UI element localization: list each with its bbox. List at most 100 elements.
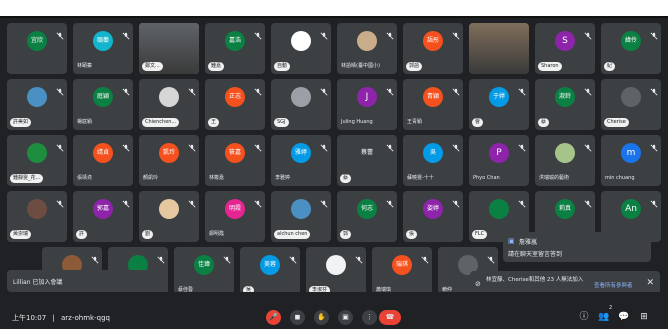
participant-name: 郭 xyxy=(340,230,352,239)
participant-tile[interactable]: 郭嘉許 xyxy=(73,191,133,242)
participant-tile[interactable]: 凱玲 顏凱玲 xyxy=(139,135,199,186)
mic-muted-icon xyxy=(157,249,165,264)
more-button[interactable]: ⋮ xyxy=(362,310,377,325)
mic-muted-icon xyxy=(91,249,99,264)
participant-name: 楊庭穎 xyxy=(77,119,93,125)
meeting-code[interactable]: arz-ohmk-qgq xyxy=(61,314,110,322)
participant-tile[interactable]: 筱嘉 林筱嘉 xyxy=(205,135,265,186)
chat-icon: ▣ xyxy=(508,237,515,245)
participant-tile[interactable]: 鄭文... xyxy=(139,23,199,74)
participant-tile[interactable]: 自動 xyxy=(271,23,331,74)
mic-muted-icon xyxy=(320,81,328,96)
info-icon[interactable]: ⓘ xyxy=(578,311,590,323)
participant-avatar: 吳 xyxy=(423,143,443,163)
participant-tile[interactable]: 雅婷 李雅婷 xyxy=(271,135,331,186)
participant-tile[interactable]: 語彤 郭語 xyxy=(403,23,463,74)
participant-tile[interactable] xyxy=(469,23,529,74)
participant-name: Sharon xyxy=(538,62,562,71)
participant-tile[interactable]: 美蓉吳 xyxy=(240,247,300,298)
participant-tile[interactable]: 緯伶紀 xyxy=(601,23,661,74)
participant-name: 蘇曉雯-十十 xyxy=(407,175,434,181)
cam-button[interactable]: ◼ xyxy=(290,310,305,325)
participant-tile[interactable]: 姿婷張 xyxy=(403,191,463,242)
participant-name: 洪瑞瑜的藝術 xyxy=(539,175,570,181)
join-toast-left-text: Lillian 已加入會議 xyxy=(13,279,63,286)
participant-tile[interactable]: 青穎 王青穎 xyxy=(403,79,463,130)
participant-tile[interactable]: 佳瑋 蔡佳蓉 xyxy=(174,247,234,298)
participant-photo xyxy=(621,87,641,107)
participant-tile[interactable]: 何志郭 xyxy=(337,191,397,242)
participant-photo xyxy=(27,87,47,107)
participant-tile[interactable]: 明霞 鄭明霞 xyxy=(205,191,265,242)
participant-tile[interactable]: P Phyo Chan xyxy=(469,135,529,186)
participant-tile[interactable]: 劉 xyxy=(139,191,199,242)
participant-avatar: 雅婷 xyxy=(291,143,311,163)
participant-tile[interactable]: SGJ xyxy=(271,79,331,130)
participant-tile[interactable]: m min chuang xyxy=(601,135,661,186)
participant-tile[interactable]: 瑞琪 蕭瑞琪 xyxy=(372,247,432,298)
participant-avatar: 佳瑋 xyxy=(194,255,214,275)
mic-muted-icon xyxy=(386,193,394,208)
participant-tile[interactable]: S Sharon xyxy=(535,23,595,74)
participant-name: alchun chen xyxy=(274,230,311,239)
participant-tile[interactable]: 鍾靜雯_花... xyxy=(7,135,67,186)
participant-tile[interactable]: 淑鈴蔡 xyxy=(535,79,595,130)
activities-icon[interactable]: ⊞ xyxy=(638,311,650,323)
mic-muted-icon xyxy=(584,25,592,40)
participant-tile[interactable]: 許美如 xyxy=(7,79,67,130)
participant-tile[interactable]: 頤蓁林頤蓁 xyxy=(73,23,133,74)
participant-name: Chienchen... xyxy=(142,118,180,127)
participant-photo xyxy=(27,143,47,163)
meeting-stage: 宜欣 頤蓁 林頤蓁 鄭文... 嘉浩 鍾嘉 自動 林語晴(臺中國小) 語彤 郭語 S Sharon 緯伶… xyxy=(0,18,668,329)
participant-avatar: 淑鈴 xyxy=(555,87,575,107)
chat-icon[interactable]: 💬 xyxy=(618,311,630,323)
mic-button[interactable]: 🎤 xyxy=(266,310,281,325)
participant-name: 顏凱玲 xyxy=(143,175,159,181)
participant-tile[interactable]: 庭穎 楊庭穎 xyxy=(73,79,133,130)
participant-avatar: 正志 xyxy=(225,87,245,107)
participant-tile[interactable]: 李淑芬 xyxy=(306,247,366,298)
participant-photo xyxy=(291,199,311,219)
participant-tile[interactable]: alchun chen xyxy=(271,191,331,242)
people-icon[interactable]: 👥 xyxy=(598,311,610,323)
participant-tile[interactable]: 洪瑞瑜的藝術 xyxy=(535,135,595,186)
participant-tile[interactable]: 正志王 xyxy=(205,79,265,130)
participant-tile[interactable]: J Juling Huang xyxy=(337,79,397,130)
participant-avatar: P xyxy=(489,143,509,163)
participant-tile[interactable]: Cherise xyxy=(601,79,661,130)
participant-tile[interactable]: 黃崇瑞 xyxy=(7,191,67,242)
participant-tile[interactable]: 宜欣 xyxy=(7,23,67,74)
participant-avatar: 頤蓁 xyxy=(93,31,113,51)
chat-toast[interactable]: ▣ 詹雅嵐 請在聊天室留言答到 xyxy=(503,232,651,262)
participant-avatar: 姿婷 xyxy=(423,199,443,219)
participant-name: 林語晴(臺中國小) xyxy=(341,63,380,69)
participant-tile[interactable]: 蔡蕾蔡 xyxy=(337,135,397,186)
browser-top-strip xyxy=(0,0,668,18)
participant-name: 鍾嘉 xyxy=(208,62,225,71)
leave-call-button[interactable]: ☎ xyxy=(379,310,401,325)
participant-avatar: 郭嘉 xyxy=(93,199,113,219)
participant-name: 蔡 xyxy=(340,174,352,183)
hand-button[interactable]: ✋ xyxy=(314,310,329,325)
participant-tile[interactable]: 嘉浩 鍾嘉 xyxy=(205,23,265,74)
present-button[interactable]: ▣ xyxy=(338,310,353,325)
mic-muted-icon xyxy=(223,249,231,264)
participant-tile[interactable]: 林語晴(臺中國小) xyxy=(337,23,397,74)
participant-name: SGJ xyxy=(274,118,289,127)
view-participants-link[interactable]: 查看所有參與者 xyxy=(594,281,633,289)
mic-muted-icon xyxy=(452,193,460,208)
mic-muted-icon xyxy=(584,137,592,152)
participant-name: 王 xyxy=(208,118,220,127)
participant-tile[interactable]: Chienchen... xyxy=(139,79,199,130)
close-icon[interactable]: ✕ xyxy=(646,278,654,288)
participant-tile[interactable]: 于婷曹 xyxy=(469,79,529,130)
participant-tile[interactable]: 靖貞 張靖貞 xyxy=(73,135,133,186)
participant-name: 林頤蓁 xyxy=(77,63,93,69)
participant-name: min chuang xyxy=(605,175,635,181)
participant-name: 曹 xyxy=(472,118,484,127)
participant-name: 紀 xyxy=(604,62,616,71)
participant-photo xyxy=(159,199,179,219)
mic-muted-icon xyxy=(452,137,460,152)
participant-avatar: 靖貞 xyxy=(93,143,113,163)
participant-tile[interactable]: 吳蘇曉雯-十十 xyxy=(403,135,463,186)
